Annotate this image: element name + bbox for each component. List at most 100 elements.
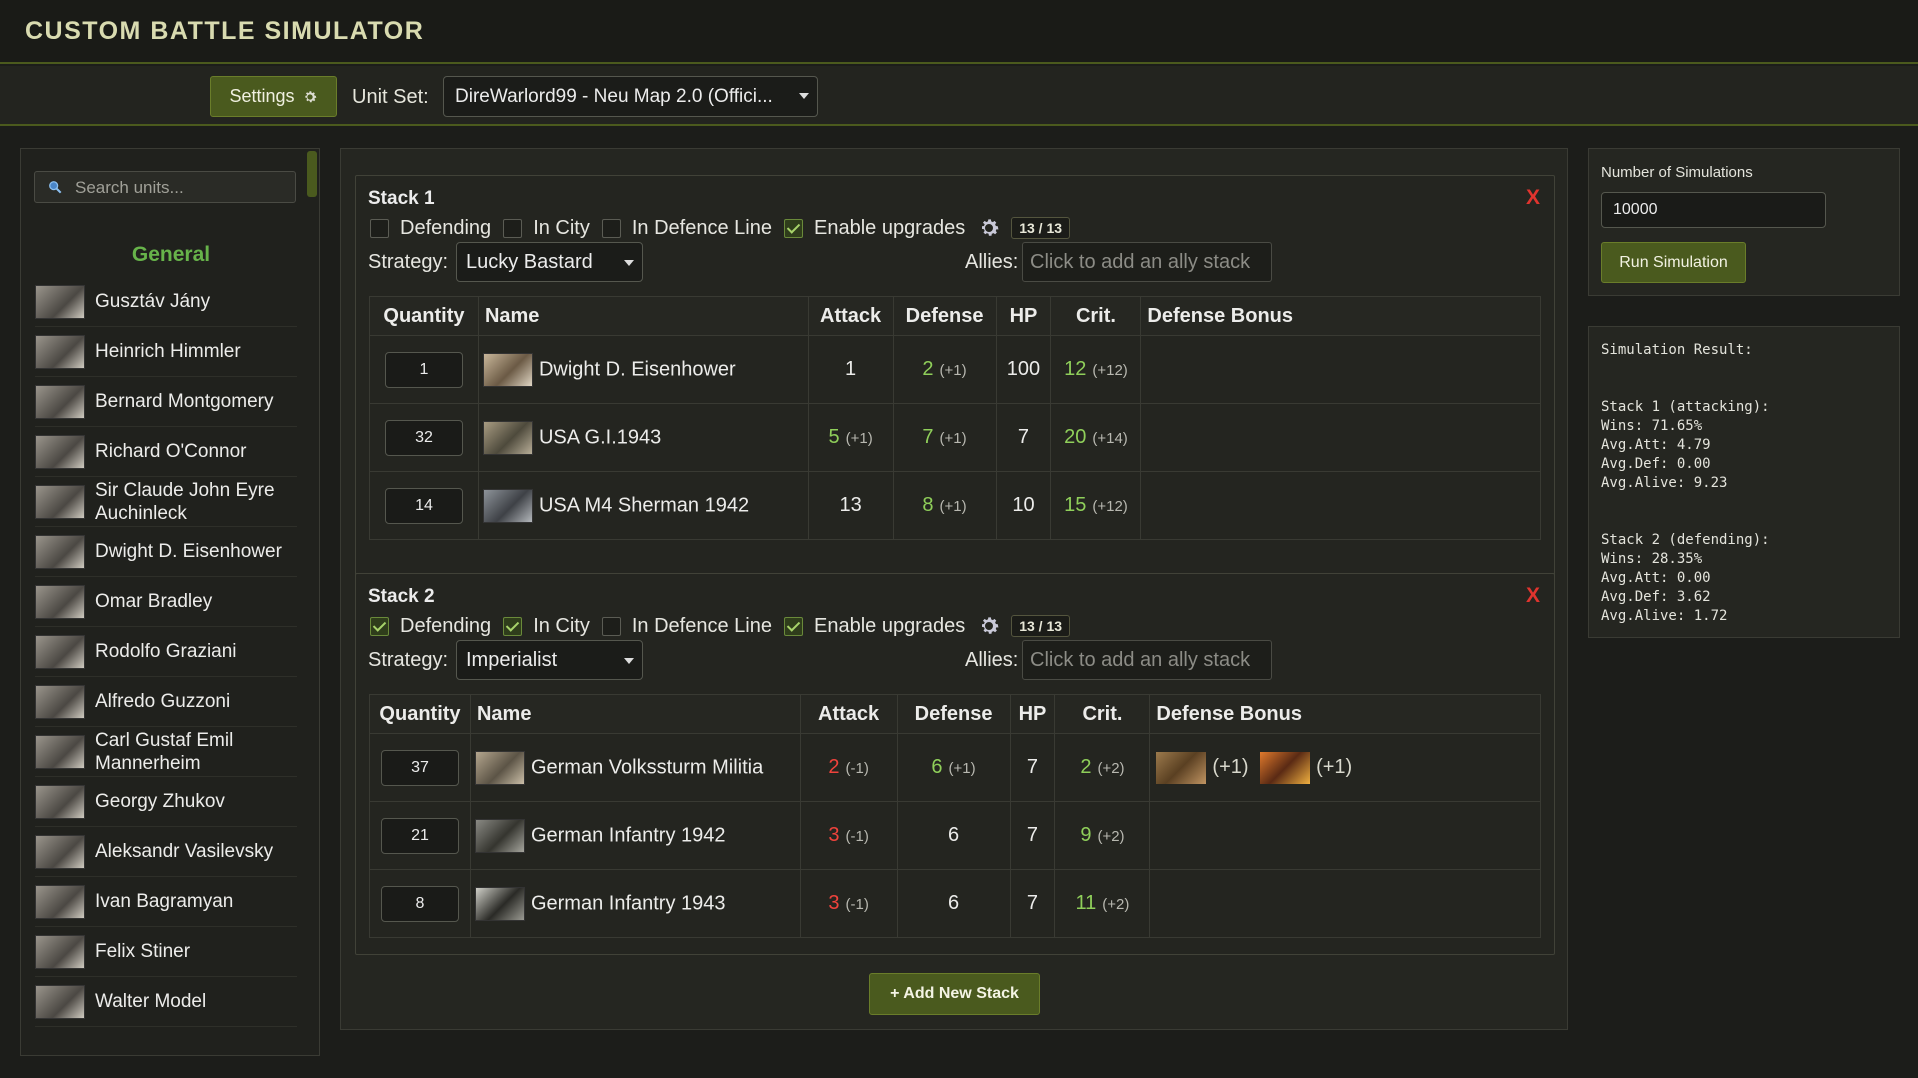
quantity-input[interactable]: 8 [380,885,459,922]
unit-name: German Infantry 1943 [530,891,726,914]
avatar [35,684,85,719]
attack-value: 5 [828,426,840,448]
in-defence-line-checkbox[interactable] [601,218,621,238]
strategy-value: Lucky Bastard [466,251,593,273]
strategy-select[interactable]: Lucky Bastard [456,242,643,282]
unit-name: German Infantry 1942 [530,823,726,846]
in-defence-line-label: In Defence Line [631,614,772,637]
list-item[interactable]: Carl Gustaf Emil Mannerheim [35,727,297,777]
crit-value: 2 [1080,756,1092,778]
hp-value: 7 [1017,426,1030,448]
unit-name: Dwight D. Eisenhower [538,357,736,380]
list-item[interactable]: Walter Model [35,977,297,1027]
list-item[interactable]: Ivan Bagramyan [35,877,297,927]
defense-value: 6 [947,824,960,846]
quantity-input[interactable]: 14 [384,487,463,524]
list-item-label: Richard O'Connor [95,441,247,462]
list-item[interactable]: Gusztáv Jány [35,277,297,327]
sidebar-scrollbar[interactable] [307,151,317,197]
list-item-label: Omar Bradley [95,591,213,612]
col-attack: Attack [807,296,894,336]
in-city-checkbox[interactable] [503,616,523,636]
in-defence-line-checkbox[interactable] [601,616,621,636]
defending-checkbox[interactable] [370,218,389,238]
upgrades-badge: 13 / 13 [1011,217,1071,239]
terrain-bonus-icon [1156,751,1207,784]
list-item[interactable]: Sir Claude John Eyre Auchinleck [35,477,297,527]
crit-value: 15 [1064,494,1087,516]
quantity-input[interactable]: 21 [380,817,459,854]
in-city-label: In City [533,216,590,239]
list-item-label: Dwight D. Eisenhower [95,541,282,562]
list-item[interactable]: Bernard Montgomery [35,377,297,427]
col-name: Name [477,296,809,336]
table-row: 14 USA M4 Sherman 1942 13 8 (+1) 10 15 (+1… [369,471,1541,540]
defense-bonus-cell [1140,403,1541,472]
simulations-input[interactable]: 10000 [1601,192,1826,228]
allies-input[interactable]: Click to add an ally stack [1022,242,1272,282]
list-item[interactable]: Heinrich Himmler [35,327,297,377]
unit-set-select[interactable]: DireWarlord99 - Neu Map 2.0 (Offici... [443,76,818,117]
avatar [35,934,85,969]
list-item[interactable]: Omar Bradley [35,577,297,627]
defense-mod: (+1) [939,498,967,515]
unit-thumbnail [482,488,533,523]
hp-value: 7 [1026,756,1039,778]
stack-options: Defending In City In Defence Line Enable… [370,216,1071,240]
quantity-input[interactable]: 1 [384,351,463,388]
table-row: 21 German Infantry 1942 3 (-1) 6 7 9 (+2) [369,801,1541,870]
in-city-checkbox[interactable] [503,218,523,238]
bonus-value: (+1) [1212,755,1249,778]
gear-icon[interactable] [977,216,1001,240]
crit-value: 11 [1075,892,1097,914]
table-row: 8 German Infantry 1943 3 (-1) 6 7 11 (+2) [369,869,1541,938]
units-table: Quantity Name Attack Defense HP Crit. De… [369,296,1541,540]
defending-checkbox[interactable] [370,616,389,636]
list-item[interactable]: Alfredo Guzzoni [35,677,297,727]
enable-upgrades-label: Enable upgrades [813,614,966,637]
avatar [35,734,85,769]
quantity-input[interactable]: 32 [384,419,463,456]
defense-bonus-cell [1149,801,1541,870]
run-simulation-button[interactable]: Run Simulation [1601,242,1746,283]
unit-sidebar: Search units... General Gusztáv Jány Hei… [20,148,320,1056]
avatar [35,384,85,419]
strategy-label: Strategy: [368,251,449,273]
list-item[interactable]: Richard O'Connor [35,427,297,477]
list-item[interactable]: Felix Stiner [35,927,297,977]
list-item[interactable]: Aleksandr Vasilevsky [35,827,297,877]
close-icon[interactable]: X [1526,584,1540,608]
defense-bonus-cell [1140,335,1541,404]
attack-value: 13 [839,494,862,516]
gear-icon[interactable] [977,614,1001,638]
defending-label: Defending [400,216,492,239]
defense-mod: (+1) [948,760,976,777]
bonus-value: (+1) [1316,755,1353,778]
strategy-select[interactable]: Imperialist [456,640,643,680]
stack-card: Stack 2 X Defending In City In Defence L… [355,573,1555,955]
enable-upgrades-checkbox[interactable] [783,218,803,238]
search-input[interactable]: Search units... [34,171,296,203]
crit-mod: (+14) [1092,430,1128,447]
list-item[interactable]: Rodolfo Graziani [35,627,297,677]
close-icon[interactable]: X [1526,186,1540,210]
unit-thumbnail [474,750,525,785]
add-stack-button[interactable]: + Add New Stack [869,973,1040,1015]
col-hp: HP [995,296,1052,336]
enable-upgrades-checkbox[interactable] [783,616,803,636]
defense-value: 2 [922,358,934,380]
attack-mod: (-1) [845,760,869,777]
allies-label: Allies: [965,251,1019,273]
quantity-input[interactable]: 37 [380,749,459,786]
list-item-label: Carl Gustaf Emil Mannerheim [95,729,234,774]
avatar [35,284,85,319]
stack-title: Stack 1 [368,188,435,209]
settings-button[interactable]: Settings [210,76,337,117]
table-header: Quantity Name Attack Defense HP Crit. De… [369,296,1541,336]
allies-input[interactable]: Click to add an ally stack [1022,640,1272,680]
table-header: Quantity Name Attack Defense HP Crit. De… [369,694,1541,734]
list-item-label: Aleksandr Vasilevsky [95,841,274,862]
list-item[interactable]: Georgy Zhukov [35,777,297,827]
title-bar: CUSTOM BATTLE SIMULATOR [0,0,1918,64]
list-item[interactable]: Dwight D. Eisenhower [35,527,297,577]
